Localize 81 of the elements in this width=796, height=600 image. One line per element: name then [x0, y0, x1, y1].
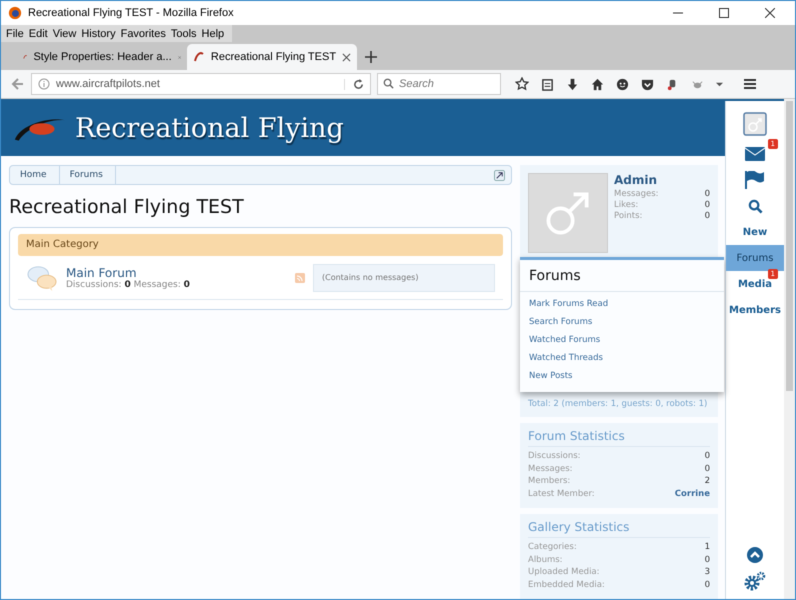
category-header[interactable]: Main Category — [18, 234, 503, 256]
stat-label: Categories: — [528, 541, 577, 554]
breadcrumb-link[interactable]: Forums — [60, 166, 116, 184]
stat-value: 0 — [704, 211, 710, 222]
menu-link[interactable]: Mark Forums Read — [520, 296, 724, 314]
online-total: Total: 2 (members: 1, guests: 0, robots: 1) — [528, 399, 708, 409]
reload-icon[interactable] — [344, 78, 364, 90]
stat-label: Uploaded Media: — [528, 566, 600, 578]
stat-value: 2 — [704, 475, 710, 488]
menu-item[interactable]: History — [80, 28, 120, 40]
stat-label: Members: — [528, 475, 570, 488]
stat-value: 0 — [704, 200, 710, 211]
scrollbar-thumb[interactable] — [786, 101, 793, 391]
speech-bubbles-icon — [26, 264, 58, 292]
stat-label: Embedded Media: — [528, 578, 605, 591]
external-link-icon[interactable] — [494, 170, 505, 180]
info-icon[interactable] — [38, 78, 50, 90]
scroll-up-icon[interactable] — [747, 547, 763, 563]
menu-item[interactable]: Favorites — [120, 28, 170, 40]
menu-link[interactable]: New Posts — [520, 368, 724, 386]
mail-icon — [745, 147, 765, 161]
close-icon[interactable] — [765, 8, 775, 18]
maximize-icon[interactable] — [719, 8, 729, 18]
new-tab-icon[interactable] — [365, 51, 377, 63]
window-title: Recreational Flying TEST - Mozilla Firefox — [28, 7, 234, 19]
browser-tab[interactable]: Recreational Flying TEST — [187, 44, 357, 70]
forum-stats: Discussions: 0 Messages: 0 — [66, 280, 191, 290]
stat-label: Likes: — [614, 200, 638, 211]
breadcrumb-link[interactable]: Home — [10, 166, 60, 184]
menu-icon[interactable] — [743, 77, 757, 91]
last-post-box: (Contains no messages) — [313, 264, 495, 292]
stat-value: 0 — [704, 450, 710, 462]
download-icon[interactable] — [566, 78, 579, 90]
smiley-icon[interactable] — [616, 78, 629, 90]
clipboard-icon[interactable] — [541, 78, 554, 90]
stat-label: Albums: — [528, 554, 563, 566]
nav-item[interactable]: Members — [726, 297, 784, 323]
avatar-icon — [743, 112, 767, 136]
menu-link[interactable]: Watched Threads — [520, 350, 724, 368]
nav-item[interactable]: Forums — [726, 245, 784, 271]
flag-icon — [745, 171, 765, 189]
member-link[interactable]: Corrine — [674, 488, 710, 500]
star-icon[interactable] — [515, 77, 529, 91]
home-icon[interactable] — [591, 78, 604, 90]
stat-value: 0 — [704, 462, 710, 475]
swoosh-icon — [193, 51, 205, 63]
menu-link[interactable]: Watched Forums — [520, 332, 724, 350]
stat-label: Points: — [614, 211, 642, 222]
stat-value: 0 — [704, 554, 710, 566]
search-field[interactable]: Search — [377, 73, 501, 95]
menu-item[interactable]: View — [52, 28, 80, 40]
username-link[interactable]: Admin — [614, 173, 710, 187]
settings-icon[interactable] — [744, 571, 766, 591]
scrollbar[interactable] — [784, 99, 795, 599]
panel-title: Gallery Statistics — [528, 520, 710, 538]
menu-item[interactable]: Help — [200, 28, 228, 40]
forum-title-link[interactable]: Main Forum — [66, 266, 287, 280]
menu-item[interactable]: File — [5, 28, 28, 40]
site-logo[interactable]: Recreational Flying — [75, 113, 344, 144]
menu-title: Forums — [520, 260, 724, 292]
stat-label: Messages: — [614, 189, 659, 200]
stat-value: 0 — [704, 189, 710, 200]
panel-title: Forum Statistics — [528, 429, 710, 447]
search-icon — [748, 198, 762, 214]
menu-item[interactable]: Tools — [170, 28, 201, 40]
stat-value: 0 — [704, 578, 710, 591]
dropdown-icon[interactable] — [716, 80, 723, 88]
stat-value: 3 — [704, 566, 710, 578]
page-title: Recreational Flying TEST — [9, 196, 245, 218]
browser-tab[interactable]: Style Properties: Header a... — [17, 44, 187, 70]
stat-value: 1 — [704, 541, 710, 554]
stat-label: Latest Member: — [528, 488, 595, 500]
address-bar[interactable]: www.aircraftpilots.net — [31, 73, 371, 95]
chevron-shield-icon[interactable] — [641, 78, 654, 90]
nav-item[interactable]: New — [726, 219, 784, 245]
menu-link[interactable]: Search Forums — [520, 314, 724, 332]
menu-item[interactable]: Edit — [28, 28, 52, 40]
stat-label: Discussions: — [528, 450, 580, 462]
close-tab-icon[interactable] — [342, 52, 351, 62]
stat-label: Messages: — [528, 462, 573, 475]
back-icon[interactable] — [11, 77, 25, 91]
